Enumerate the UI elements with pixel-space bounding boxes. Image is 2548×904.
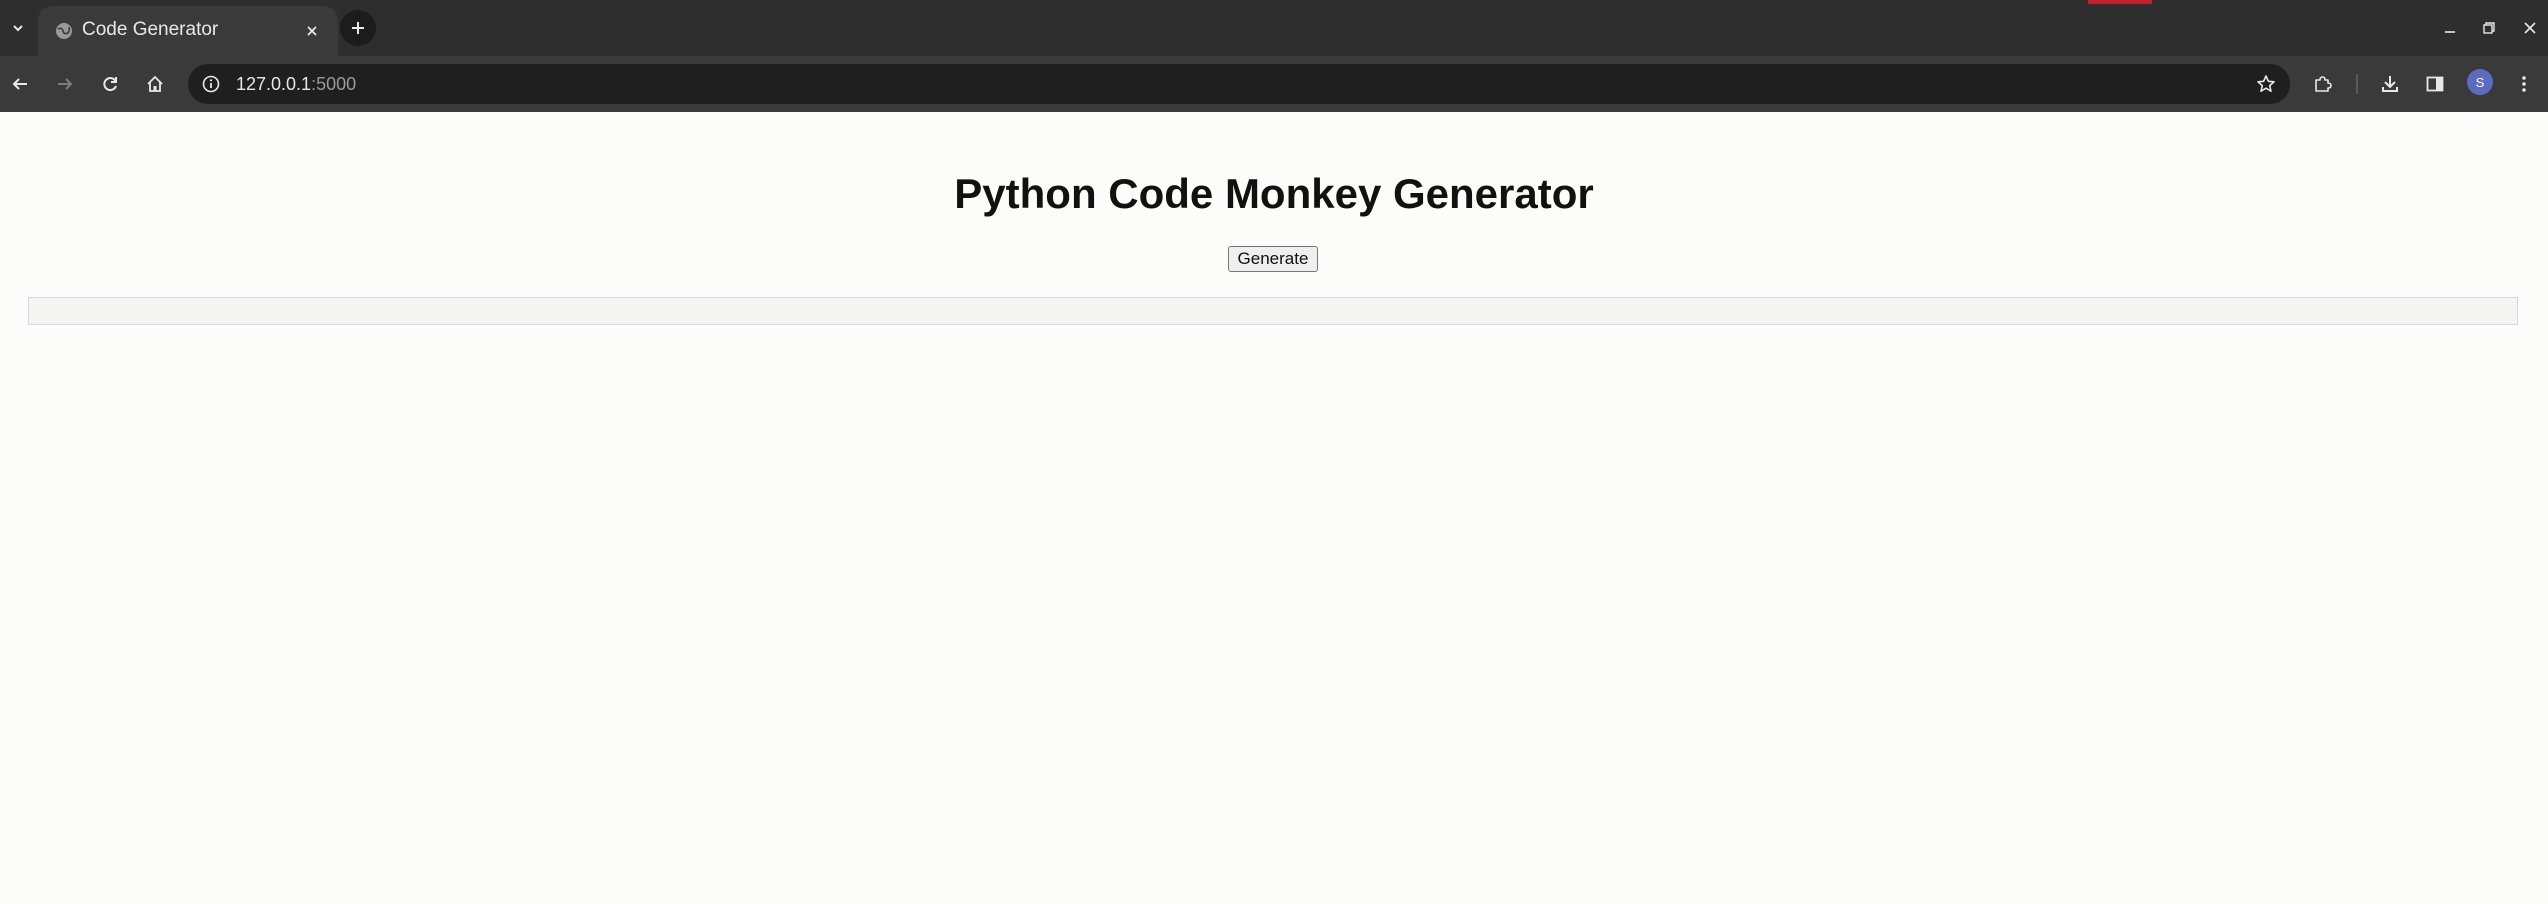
browser-menu-button[interactable] — [2508, 68, 2540, 100]
address-bar[interactable]: 127.0.0.1:5000 — [188, 64, 2290, 104]
tab-code-generator[interactable]: Code Generator — [38, 6, 338, 56]
profile-avatar[interactable]: S — [2467, 69, 2493, 95]
kebab-menu-icon — [2522, 76, 2526, 92]
home-icon — [147, 75, 163, 92]
tab-close-button[interactable] — [300, 19, 324, 43]
restore-button[interactable] — [2475, 14, 2503, 42]
side-panel-icon — [2426, 76, 2444, 92]
code-output-area — [28, 297, 2518, 325]
close-window-button[interactable] — [2516, 14, 2544, 42]
new-tab-button[interactable] — [340, 10, 376, 46]
download-icon — [2382, 76, 2398, 92]
star-icon — [2257, 75, 2275, 92]
reload-icon — [103, 77, 117, 92]
arrow-left-icon — [12, 78, 27, 90]
tab-title: Code Generator — [82, 19, 219, 40]
tab-strip: Code Generator — [0, 0, 2548, 56]
minimize-button[interactable] — [2436, 14, 2464, 42]
back-button[interactable] — [4, 68, 36, 100]
downloads-button[interactable] — [2374, 68, 2406, 100]
site-info-button[interactable] — [198, 71, 224, 97]
page-title: Python Code Monkey Generator — [954, 170, 1594, 217]
tab-search-button[interactable] — [4, 14, 32, 42]
home-button[interactable] — [139, 68, 171, 100]
close-icon — [2524, 22, 2536, 34]
recording-indicator — [2088, 0, 2152, 4]
info-icon — [202, 75, 220, 93]
url-host: 127.0.0.1 — [236, 74, 312, 94]
url-port: :5000 — [311, 74, 357, 94]
generate-button[interactable]: Generate — [1228, 246, 1318, 272]
bookmark-button[interactable] — [2252, 70, 2280, 98]
reload-button[interactable] — [94, 68, 126, 100]
forward-button[interactable] — [49, 68, 81, 100]
globe-icon — [56, 23, 72, 39]
chevron-down-icon — [13, 25, 23, 32]
browser-chrome: Code Generator 127.0.0.1:5000 S — [0, 0, 2548, 112]
arrow-right-icon — [58, 78, 73, 90]
close-icon — [307, 26, 317, 36]
toolbar-divider — [2356, 74, 2358, 94]
side-panel-button[interactable] — [2419, 68, 2451, 100]
extensions-button[interactable] — [2307, 68, 2339, 100]
plus-icon — [352, 22, 364, 34]
puzzle-icon — [2315, 76, 2332, 92]
restore-icon — [2483, 22, 2495, 34]
url-text: 127.0.0.1:5000 — [236, 74, 356, 95]
browser-toolbar: 127.0.0.1:5000 — [0, 56, 2548, 112]
page-content: Python Code Monkey Generator Generate — [0, 112, 2548, 904]
minimize-icon — [2445, 31, 2455, 33]
